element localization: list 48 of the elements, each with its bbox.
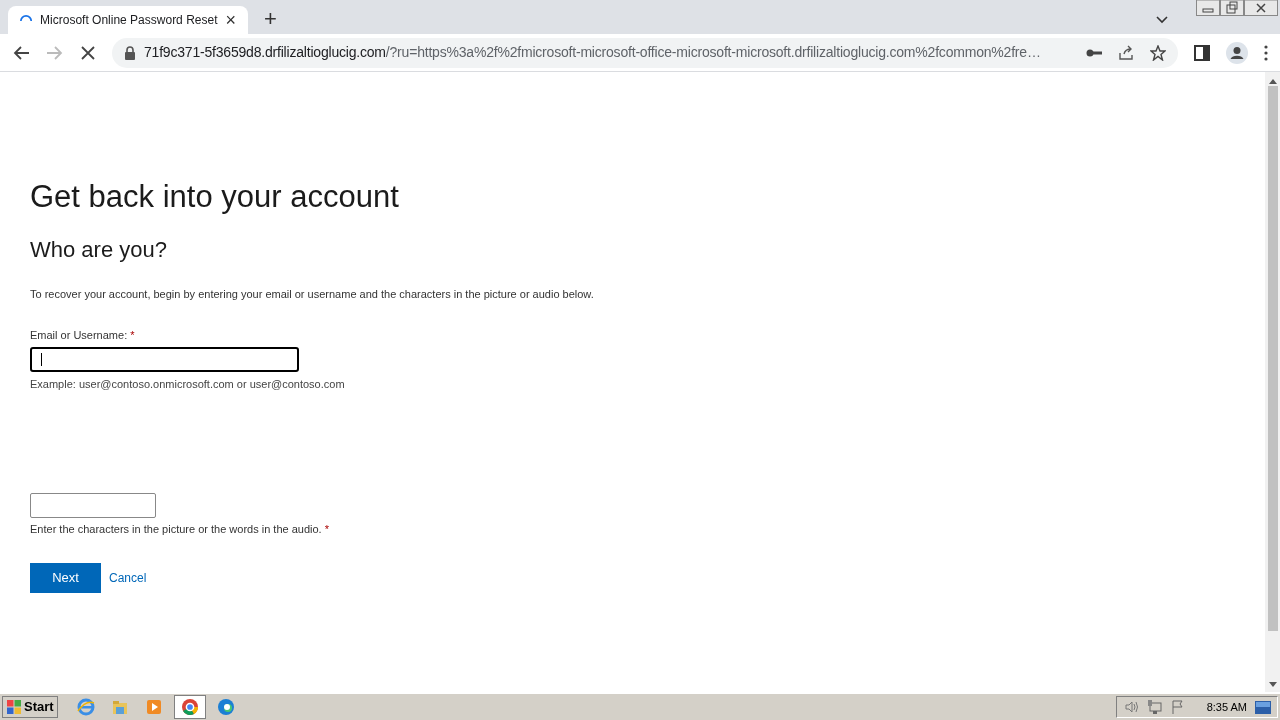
restore-icon[interactable] xyxy=(1220,0,1244,16)
minimize-icon[interactable] xyxy=(1196,0,1220,16)
flag-icon[interactable] xyxy=(1170,700,1185,714)
captcha-input-field[interactable] xyxy=(30,492,156,518)
url-path: /?ru=https%3a%2f%2fmicrosoft-microsoft-office-microsoft-microsoft.drfilizaltioglucig.com%2fcommon%2fre… xyxy=(385,44,1041,60)
page-heading: Get back into your account xyxy=(30,178,399,216)
windows-logo-icon xyxy=(6,699,22,715)
scrollbar[interactable] xyxy=(1265,72,1280,692)
browser-wave-icon[interactable] xyxy=(216,698,235,716)
media-player-icon[interactable] xyxy=(144,698,163,716)
new-tab-button[interactable]: + xyxy=(264,8,277,30)
share-icon[interactable] xyxy=(1118,44,1134,61)
loading-spinner-icon xyxy=(20,13,33,22)
tab-title: Microsoft Online Password Reset xyxy=(40,12,218,29)
menu-icon[interactable] xyxy=(1264,44,1268,61)
stop-icon[interactable] xyxy=(80,44,96,61)
instructions-text: To recover your account, begin by entering your email or username and the characters in the picture or audio below. xyxy=(30,287,594,302)
key-icon[interactable] xyxy=(1086,47,1102,58)
scroll-down-icon xyxy=(1268,682,1277,688)
email-label: Email or Username: xyxy=(30,327,128,343)
taskbar-button[interactable] xyxy=(173,695,206,719)
cancel-link[interactable]: Cancel xyxy=(109,569,147,587)
network-icon[interactable] xyxy=(1146,700,1163,714)
browser-tab[interactable]: Microsoft Online Password Reset × xyxy=(8,6,248,34)
scroll-up-icon xyxy=(1268,78,1277,84)
back-icon[interactable] xyxy=(12,44,30,61)
start-button[interactable]: Start xyxy=(2,696,58,718)
next-button[interactable]: Next xyxy=(30,563,101,593)
url-host: 71f9c371-5f3659d8.drfilizaltioglucig.com xyxy=(144,44,386,60)
profile-icon[interactable] xyxy=(1226,41,1248,64)
speaker-icon[interactable] xyxy=(1122,700,1139,714)
star-icon[interactable] xyxy=(1150,44,1166,61)
required-mark: * xyxy=(130,327,135,343)
captcha-label: Enter the characters in the picture or the words in the audio. xyxy=(30,521,322,537)
tab-close-button[interactable]: × xyxy=(225,11,236,29)
address-bar[interactable]: 71f9c371-5f3659d8.drfilizaltioglucig.com/?ru=https%3a%2f%2fmicrosoft-microsoft-office-microsoft-microsoft.drfilizaltioglucig.com%2fcommon%2fre… xyxy=(112,37,1178,68)
browser-e-icon[interactable] xyxy=(76,698,95,716)
browser-circle-icon[interactable] xyxy=(180,698,199,716)
desktop-icon[interactable] xyxy=(1255,700,1271,714)
required-mark: * xyxy=(324,521,329,537)
tab-list-icon[interactable] xyxy=(1156,16,1168,24)
lock-icon xyxy=(124,45,136,60)
close-icon[interactable] xyxy=(1244,0,1278,16)
email-example-text: Example: user@contoso.onmicrosoft.com or user@contoso.com xyxy=(30,377,345,392)
side-panel-icon[interactable] xyxy=(1194,44,1210,61)
page-subheading: Who are you? xyxy=(30,236,167,264)
clock-text: 8:35 AM xyxy=(1206,699,1247,715)
email-input-field[interactable] xyxy=(30,347,299,372)
